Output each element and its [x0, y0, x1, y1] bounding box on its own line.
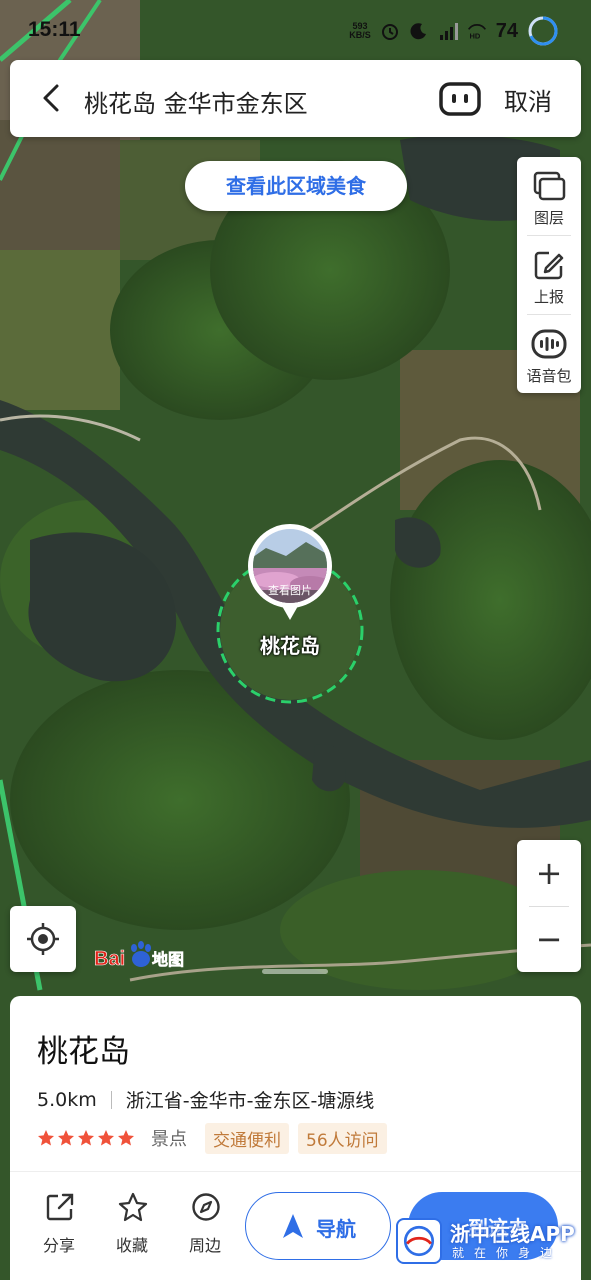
tag-badge: 56人访问: [298, 1122, 387, 1154]
rating-star-icon: [118, 1130, 134, 1146]
network-speed-unit: KB/S: [349, 30, 371, 40]
map-place-label[interactable]: 桃花岛: [240, 630, 340, 659]
watermark-title: 浙中在线APP: [450, 1222, 575, 1246]
tag-badge: 交通便利: [205, 1122, 289, 1154]
voice-pack-icon: [531, 329, 567, 359]
status-time: 15:11: [28, 18, 81, 41]
watermark-subtitle: 就在你身边: [452, 1246, 563, 1260]
voice-pack-button[interactable]: 语音包: [517, 315, 581, 393]
sheet-drag-handle[interactable]: [262, 969, 328, 974]
do-not-disturb-icon: [410, 23, 426, 40]
place-meta: 5.0km 浙江省-金华市-金东区-塘源线: [37, 1086, 374, 1113]
report-edit-icon: [534, 251, 564, 280]
category-text: 景点: [151, 1129, 187, 1150]
area-food-button[interactable]: 查看此区域美食: [185, 161, 407, 211]
status-indicators: 593 KB/S HD 74: [349, 14, 559, 48]
view-photo-caption[interactable]: 查看图片: [254, 582, 326, 598]
cancel-button[interactable]: 取消: [504, 82, 552, 117]
hd-wifi-icon: HD: [467, 24, 486, 41]
navigation-arrow-icon: [283, 1214, 303, 1238]
ai-assistant-icon[interactable]: [438, 80, 482, 118]
search-bar: 桃花岛 金华市金东区 取消: [10, 60, 581, 137]
share-label: 分享: [42, 1236, 75, 1255]
star-outline-icon: [118, 1192, 148, 1222]
report-label: 上报: [533, 288, 564, 306]
nearby-button[interactable]: 周边: [175, 1192, 235, 1258]
layers-button[interactable]: 图层: [517, 157, 581, 235]
layers-label: 图层: [533, 209, 564, 227]
status-bar: 15:11 593 KB/S HD 74: [0, 0, 591, 60]
place-photo-marker[interactable]: [246, 522, 334, 622]
report-button[interactable]: 上报: [517, 236, 581, 314]
back-arrow-icon[interactable]: [32, 78, 72, 118]
meta-divider: [110, 1090, 112, 1109]
zjol-logo-icon: [396, 1218, 442, 1264]
search-query[interactable]: 桃花岛 金华市金东区: [84, 84, 308, 119]
layers-icon: [533, 171, 566, 201]
svg-text:地图: 地图: [152, 950, 184, 969]
voice-pack-label: 语音包: [526, 367, 572, 385]
battery-level: 74: [495, 19, 518, 42]
share-icon: [46, 1193, 74, 1221]
locate-me-button[interactable]: [10, 906, 76, 972]
rating-star-icon: [38, 1130, 54, 1146]
battery-ring-icon: [528, 16, 558, 46]
map-tool-panel: 图层 上报 语音包: [517, 157, 581, 393]
sheet-divider: [10, 1171, 581, 1172]
signal-4g-icon: [439, 23, 458, 40]
address-text: 浙江省-金华市-金东区-塘源线: [125, 1090, 375, 1112]
compass-icon: [192, 1193, 220, 1221]
zjol-watermark: 浙中在线APP 就在你身边: [396, 1216, 586, 1266]
baidu-map-logo: Bai 地图: [94, 941, 184, 970]
navigate-button[interactable]: 导航: [245, 1192, 391, 1260]
place-title: 桃花岛: [37, 1034, 130, 1070]
rating-row: 景点 交通便利 56人访问: [37, 1122, 396, 1154]
rating-star-icon: [78, 1130, 94, 1146]
nearby-label: 周边: [188, 1236, 221, 1255]
rating-star-icon: [58, 1130, 74, 1146]
share-button[interactable]: 分享: [29, 1192, 89, 1258]
distance-text: 5.0km: [37, 1088, 97, 1111]
crosshair-icon: [27, 923, 59, 955]
network-speed: 593 KB/S: [349, 22, 371, 40]
favorite-label: 收藏: [115, 1236, 148, 1255]
alarm-icon: [381, 24, 398, 40]
navigate-label: 导航: [316, 1217, 356, 1241]
rating-stars: [37, 1129, 135, 1147]
zoom-out-button[interactable]: −: [517, 906, 581, 972]
svg-text:HD: HD: [469, 32, 480, 41]
svg-text:Bai: Bai: [94, 948, 125, 970]
rating-star-icon: [98, 1130, 114, 1146]
favorite-button[interactable]: 收藏: [102, 1192, 162, 1258]
zoom-control: + −: [517, 840, 581, 972]
zoom-in-button[interactable]: +: [517, 840, 581, 906]
